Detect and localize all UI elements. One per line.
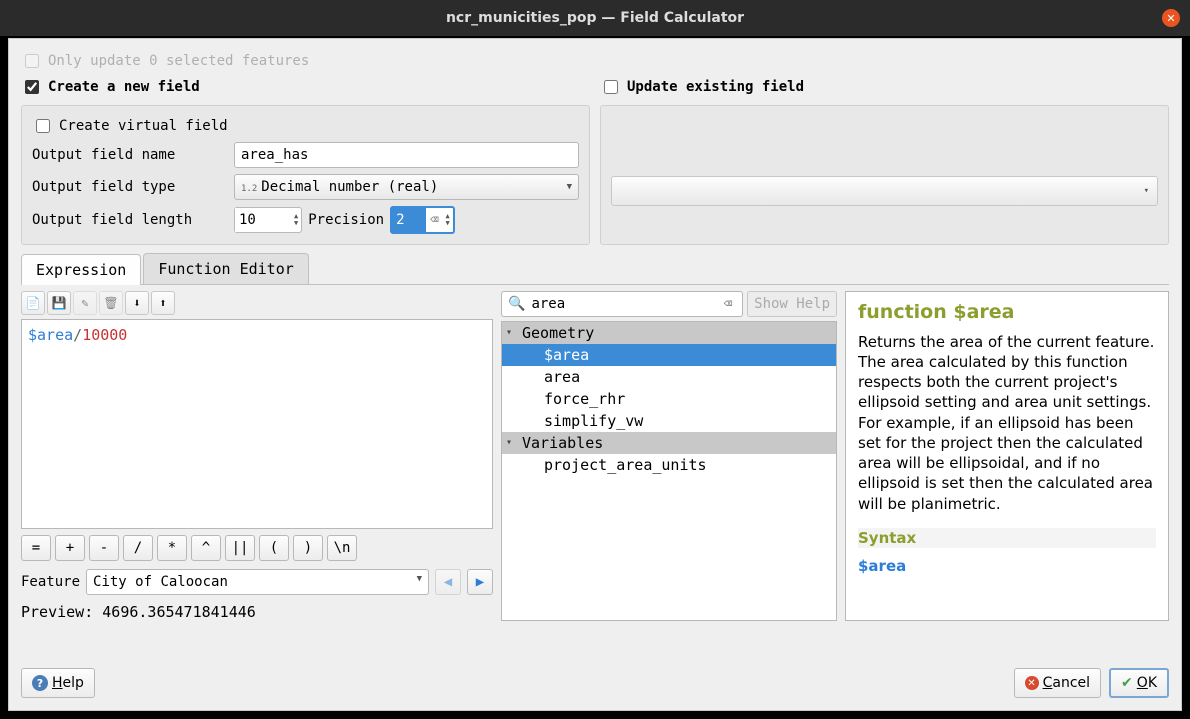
output-name-input[interactable] xyxy=(234,142,579,168)
operator-button[interactable]: \n xyxy=(327,535,357,561)
create-new-field-checkbox[interactable] xyxy=(25,80,39,94)
operator-button[interactable]: ^ xyxy=(191,535,221,561)
output-type-select[interactable]: 1.2Decimal number (real) ▼ xyxy=(234,174,579,200)
footer: ? Help ✕ Cancel ✔ OK xyxy=(21,668,1169,698)
operator-button[interactable]: = xyxy=(21,535,51,561)
tree-item[interactable]: simplify_vw xyxy=(502,410,836,432)
import-icon[interactable]: ⬇ xyxy=(125,291,149,315)
cancel-button[interactable]: ✕ Cancel xyxy=(1014,668,1101,698)
editor-toolbar: 📄 💾 ✎ 🗑 ⬇ ⬆ xyxy=(21,291,493,315)
help-panel: function $area Returns the area of the c… xyxy=(845,291,1169,621)
operator-button[interactable]: || xyxy=(225,535,255,561)
ok-button[interactable]: ✔ OK xyxy=(1109,668,1169,698)
only-update-checkbox xyxy=(25,54,39,68)
tree-group[interactable]: Geometry xyxy=(502,322,836,344)
tab-expression[interactable]: Expression xyxy=(21,254,141,285)
chevron-down-icon: ▼ xyxy=(567,182,572,192)
create-virtual-checkbox[interactable] xyxy=(36,119,50,133)
prev-feature-button[interactable]: ◀ xyxy=(435,569,461,595)
clear-search-icon[interactable]: ⌫ xyxy=(720,296,736,312)
help-title: function $area xyxy=(858,300,1156,326)
expression-editor[interactable]: $area/10000 xyxy=(21,319,493,529)
only-update-selected-row: Only update 0 selected features xyxy=(21,51,1169,71)
function-tree[interactable]: Geometry$areaareaforce_rhrsimplify_vwVar… xyxy=(501,321,837,621)
editor-column: 📄 💾 ✎ 🗑 ⬇ ⬆ $area/10000 =+-/*^||()\n Fea… xyxy=(21,291,493,621)
clear-icon[interactable]: ⌫ xyxy=(426,212,442,228)
edit-icon: ✎ xyxy=(73,291,97,315)
update-existing-label: Update existing field xyxy=(627,79,804,95)
tree-group[interactable]: Variables xyxy=(502,432,836,454)
search-input-wrapper: 🔍 ⌫ xyxy=(501,291,743,317)
create-new-field-label: Create a new field xyxy=(48,79,200,95)
save-icon[interactable]: 💾 xyxy=(47,291,71,315)
content: Only update 0 selected features Create a… xyxy=(8,38,1182,711)
output-type-label: Output field type xyxy=(32,179,228,195)
window: ncr_municities_pop — Field Calculator ✕ … xyxy=(0,0,1190,719)
existing-field-select[interactable]: ▾ xyxy=(611,176,1158,206)
feature-select[interactable]: City of Caloocan ▼ xyxy=(86,569,429,595)
tabs: Expression Function Editor xyxy=(21,253,1169,285)
output-name-label: Output field name xyxy=(32,147,228,163)
close-icon[interactable]: ✕ xyxy=(1162,9,1180,27)
update-existing-checkbox[interactable] xyxy=(604,80,618,94)
operator-button[interactable]: + xyxy=(55,535,85,561)
chevron-down-icon: ▾ xyxy=(1144,186,1149,196)
operator-row: =+-/*^||()\n xyxy=(21,535,493,561)
new-file-icon[interactable]: 📄 xyxy=(21,291,45,315)
export-icon[interactable]: ⬆ xyxy=(151,291,175,315)
help-icon: ? xyxy=(32,675,48,691)
operator-button[interactable]: / xyxy=(123,535,153,561)
help-button[interactable]: ? Help xyxy=(21,668,95,698)
output-length-label: Output field length xyxy=(32,212,228,228)
new-field-panel: Create virtual field Output field name O… xyxy=(21,105,590,245)
tab-function-editor[interactable]: Function Editor xyxy=(143,253,308,284)
update-field-panel: ▾ xyxy=(600,105,1169,245)
output-length-spinner[interactable]: ▲▼ xyxy=(234,207,302,233)
search-input[interactable] xyxy=(529,295,719,313)
tree-item[interactable]: area xyxy=(502,366,836,388)
help-syntax-value: $area xyxy=(858,556,1156,576)
tree-item[interactable]: project_area_units xyxy=(502,454,836,476)
search-icon: 🔍 xyxy=(508,296,525,312)
operator-button[interactable]: ( xyxy=(259,535,289,561)
operator-button[interactable]: - xyxy=(89,535,119,561)
operator-button[interactable]: ) xyxy=(293,535,323,561)
only-update-label: Only update 0 selected features xyxy=(48,53,309,69)
chevron-down-icon: ▼ xyxy=(417,574,422,590)
spinner-arrows[interactable]: ▲▼ xyxy=(291,213,301,227)
tree-item[interactable]: $area xyxy=(502,344,836,366)
cancel-icon: ✕ xyxy=(1025,676,1039,690)
precision-spinner[interactable]: ⌫ ▲▼ xyxy=(390,206,455,234)
show-help-button[interactable]: Show Help xyxy=(747,291,837,317)
precision-label: Precision xyxy=(308,212,384,228)
workspace: 📄 💾 ✎ 🗑 ⬇ ⬆ $area/10000 =+-/*^||()\n Fea… xyxy=(21,291,1169,621)
tree-item[interactable]: force_rhr xyxy=(502,388,836,410)
function-tree-column: 🔍 ⌫ Show Help Geometry$areaareaforce_rhr… xyxy=(501,291,837,621)
operator-button[interactable]: * xyxy=(157,535,187,561)
titlebar: ncr_municities_pop — Field Calculator ✕ xyxy=(0,0,1190,36)
help-syntax-label: Syntax xyxy=(858,528,1156,548)
spinner-arrows[interactable]: ▲▼ xyxy=(443,213,453,227)
window-title: ncr_municities_pop — Field Calculator xyxy=(446,10,744,26)
help-body: Returns the area of the current feature.… xyxy=(858,332,1156,514)
ok-icon: ✔ xyxy=(1121,675,1133,691)
preview-row: Preview: 4696.365471841446 xyxy=(21,603,493,621)
delete-icon: 🗑 xyxy=(99,291,123,315)
create-virtual-label: Create virtual field xyxy=(59,118,228,134)
next-feature-button[interactable]: ▶ xyxy=(467,569,493,595)
feature-label: Feature xyxy=(21,574,80,590)
